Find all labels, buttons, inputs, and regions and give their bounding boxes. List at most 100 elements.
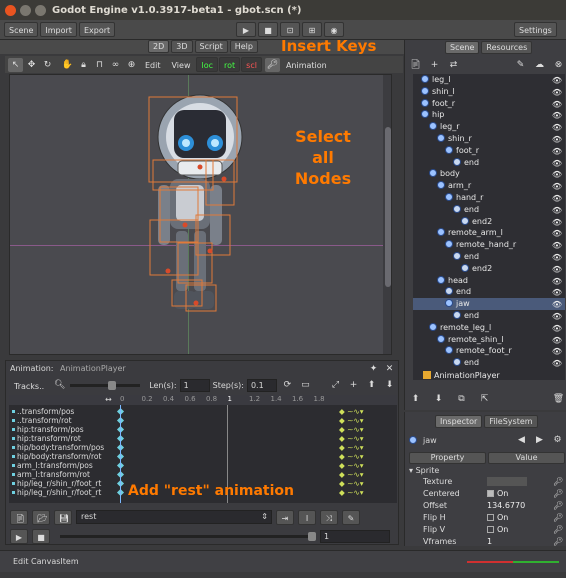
minimize-icon[interactable] xyxy=(20,4,31,16)
zoom-slider-handle[interactable] xyxy=(108,380,117,390)
maximize-icon[interactable] xyxy=(35,4,46,16)
play-icon[interactable]: ▶ xyxy=(236,22,256,37)
shuffle-icon[interactable]: ⤨ xyxy=(320,509,338,525)
key-icon[interactable]: 🔑︎ xyxy=(553,536,565,548)
group-icon[interactable]: ∞ xyxy=(108,58,123,72)
track-row[interactable]: ..transform/rot ◆ ∼∿▾ xyxy=(9,416,397,425)
timeline-ruler[interactable]: ↔ 0 0.2 0.4 0.6 0.8 1 1.2 1.4 1.6 1.8 xyxy=(9,395,397,405)
save-animation-icon[interactable]: 💾︎ xyxy=(54,509,72,525)
track-up-icon[interactable]: ⬆ xyxy=(364,378,379,392)
tree-item[interactable]: foot_r 👁︎ xyxy=(413,98,565,110)
tree-item[interactable]: end 👁︎ xyxy=(413,286,565,298)
tree-item[interactable]: foot_r 👁︎ xyxy=(413,145,565,157)
import-menu[interactable]: Import xyxy=(40,22,77,37)
script-icon[interactable]: ✎ xyxy=(513,58,528,72)
step-input[interactable]: 0.1 xyxy=(246,378,277,392)
close-icon[interactable] xyxy=(5,4,16,16)
speed-input[interactable]: 1 xyxy=(320,529,390,543)
scene-tree[interactable]: leg_l 👁︎ shin_l 👁︎ foot_r 👁︎ hip 👁︎ leg_r 👁︎ shin_… xyxy=(413,74,565,380)
track-row[interactable]: arm_l:transform/pos ◆ ∼∿▾ xyxy=(9,461,397,470)
prev-object-icon[interactable]: ◀ xyxy=(514,433,529,447)
edit-keys-icon[interactable]: ▭ xyxy=(298,378,313,392)
settings-button[interactable]: Settings xyxy=(514,22,557,37)
track-interp-icon[interactable]: ◆ ∼∿▾ xyxy=(339,407,364,416)
property-row[interactable]: Vframes 1 🔑︎ xyxy=(409,536,565,548)
key-icon[interactable]: 🔑︎ xyxy=(553,476,565,488)
property-row[interactable]: Flip V On 🔑︎ xyxy=(409,524,565,536)
property-row[interactable]: Texture 🔑︎ xyxy=(409,476,565,488)
tree-item[interactable]: remote_arm_l 👁︎ xyxy=(413,227,565,239)
tree-item-animationplayer[interactable]: AnimationPlayer xyxy=(413,370,565,380)
visibility-eye-icon[interactable]: 👁︎ xyxy=(552,358,562,370)
property-row[interactable]: Flip H On 🔑︎ xyxy=(409,512,565,524)
animation-menu[interactable]: Animation xyxy=(281,57,332,72)
debug-icon[interactable]: ◉ xyxy=(324,22,344,37)
track-row[interactable]: hip/body:transform/pos ◆ ∼∿▾ xyxy=(9,443,397,452)
tree-item[interactable]: end2 👁︎ xyxy=(413,263,565,275)
playhead[interactable] xyxy=(120,405,121,503)
tree-item[interactable]: shin_l 👁︎ xyxy=(413,86,565,98)
autoplay-icon[interactable]: ⇥ xyxy=(276,509,294,525)
tree-item[interactable]: leg_r 👁︎ xyxy=(413,121,565,133)
rotate-tool-icon[interactable]: ↻ xyxy=(40,58,55,72)
track-row[interactable]: ..transform/pos ◆ ∼∿▾ xyxy=(9,407,397,416)
export-menu[interactable]: Export xyxy=(78,22,116,37)
tree-item[interactable]: remote_hand_r 👁︎ xyxy=(413,239,565,251)
robot-sprite[interactable] xyxy=(10,75,392,355)
track-row[interactable]: hip:transform/rot ◆ ∼∿▾ xyxy=(9,434,397,443)
canvas-viewport[interactable] xyxy=(9,74,392,355)
mode-script-tab[interactable]: Script xyxy=(194,40,228,53)
groups-icon[interactable]: ⊗ xyxy=(551,58,566,72)
delete-node-icon[interactable]: 🗑︎ xyxy=(551,392,566,406)
key-icon[interactable]: 🔑︎ xyxy=(553,512,565,524)
mode-help-tab[interactable]: Help xyxy=(229,40,258,53)
lock-icon[interactable]: 🔒︎ xyxy=(76,58,91,72)
loc-toggle[interactable]: loc xyxy=(196,57,218,72)
tree-item[interactable]: hip 👁︎ xyxy=(413,109,565,121)
tree-item[interactable]: remote_shin_l 👁︎ xyxy=(413,334,565,346)
track-interp-icon[interactable]: ◆ ∼∿▾ xyxy=(339,452,364,461)
checkbox[interactable] xyxy=(487,526,494,533)
unlock-icon[interactable]: ⊓ xyxy=(92,58,107,72)
animation-select[interactable]: rest ⇕ xyxy=(76,510,272,524)
pin-icon[interactable]: ✦ xyxy=(366,362,381,376)
reparent-icon[interactable]: ⇱ xyxy=(477,392,492,406)
close-panel-icon[interactable]: ✕ xyxy=(382,362,397,376)
edit-animation-icon[interactable]: ✎ xyxy=(342,509,360,525)
tree-item[interactable]: hand_r 👁︎ xyxy=(413,192,565,204)
track-interp-icon[interactable]: ◆ ∼∿▾ xyxy=(339,416,364,425)
key-icon[interactable]: 🔑︎ xyxy=(553,488,565,500)
key-insert-icon[interactable]: 🔑︎ xyxy=(264,57,280,72)
track-row[interactable]: arm_l:transform/rot ◆ ∼∿▾ xyxy=(9,470,397,479)
filesystem-tab[interactable]: FileSystem xyxy=(484,415,538,428)
rot-toggle[interactable]: rot xyxy=(219,57,241,72)
tree-item[interactable]: arm_r 👁︎ xyxy=(413,180,565,192)
seek-handle[interactable] xyxy=(308,531,316,541)
edit-menu[interactable]: Edit xyxy=(140,57,166,72)
track-interp-icon[interactable]: ◆ ∼∿▾ xyxy=(339,434,364,443)
tree-item[interactable]: leg_l 👁︎ xyxy=(413,74,565,86)
tree-item[interactable]: end 👁︎ xyxy=(413,357,565,369)
anim-stop-icon[interactable]: ■ xyxy=(32,528,50,544)
tree-item[interactable]: head 👁︎ xyxy=(413,275,565,287)
mode-3d-tab[interactable]: 3D xyxy=(171,40,193,53)
move-tool-icon[interactable]: ✥ xyxy=(24,58,39,72)
checkbox[interactable] xyxy=(487,514,494,521)
tree-item[interactable]: end 👁︎ xyxy=(413,204,565,216)
ungroup-icon[interactable]: ⊕ xyxy=(124,58,139,72)
view-menu[interactable]: View xyxy=(167,57,196,72)
tree-item[interactable]: end 👁︎ xyxy=(413,157,565,169)
move-up-icon[interactable]: ⬆ xyxy=(408,392,423,406)
inspector-tab[interactable]: Inspector xyxy=(435,415,483,428)
new-node-icon[interactable]: 📄︎ xyxy=(408,58,423,72)
move-down-icon[interactable]: ⬇ xyxy=(431,392,446,406)
track-interp-icon[interactable]: ◆ ∼∿▾ xyxy=(339,425,364,434)
tree-item[interactable]: shin_r 👁︎ xyxy=(413,133,565,145)
select-tool-icon[interactable]: ↖ xyxy=(8,57,23,72)
load-animation-icon[interactable]: 📂︎ xyxy=(32,509,50,525)
new-animation-icon[interactable]: 📄︎ xyxy=(10,509,28,525)
scene-menu[interactable]: Scene xyxy=(4,22,39,37)
track-interp-icon[interactable]: ◆ ∼∿▾ xyxy=(339,479,364,488)
duplicate-icon[interactable]: ⧉ xyxy=(454,392,469,406)
mode-2d-tab[interactable]: 2D xyxy=(148,40,170,53)
